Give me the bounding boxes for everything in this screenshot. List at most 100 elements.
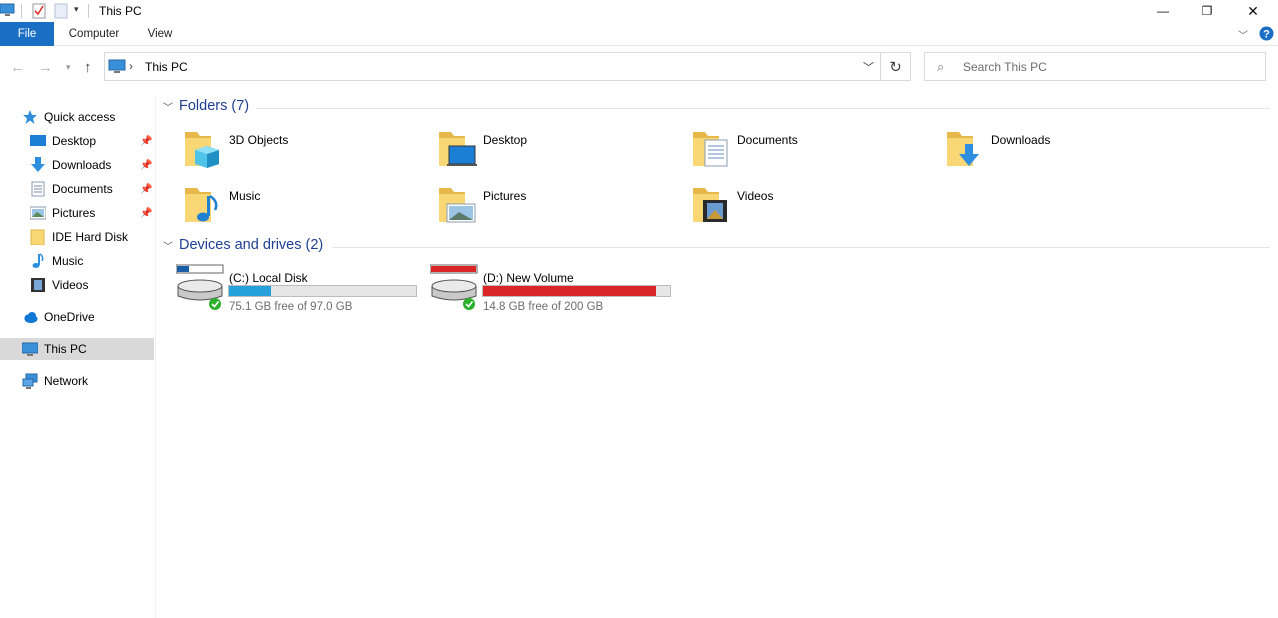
nav-label: Downloads bbox=[52, 158, 112, 172]
group-label: Devices and drives (2) bbox=[179, 237, 324, 253]
help-icon[interactable]: ? bbox=[1259, 26, 1274, 41]
pin-icon: 📌 bbox=[140, 208, 153, 219]
drive-usage-bar bbox=[482, 285, 671, 297]
music-icon bbox=[32, 253, 44, 268]
new-folder-icon[interactable] bbox=[54, 3, 68, 19]
pictures-icon bbox=[30, 206, 46, 220]
drive-free-space: 75.1 GB free of 97.0 GB bbox=[229, 301, 353, 313]
close-icon: ✕ bbox=[1247, 2, 1259, 19]
close-button[interactable]: ✕ bbox=[1230, 0, 1276, 22]
expand-ribbon-icon[interactable]: ﹀ bbox=[1238, 27, 1248, 42]
refresh-button[interactable]: ↻ bbox=[881, 52, 911, 81]
search-input[interactable] bbox=[963, 58, 1253, 76]
folder-music[interactable]: Music bbox=[183, 184, 433, 238]
music-folder-icon bbox=[185, 188, 218, 222]
folder-name: Downloads bbox=[991, 133, 1051, 147]
videos-folder-icon bbox=[693, 188, 727, 222]
pin-icon: 📌 bbox=[140, 136, 153, 147]
this-pc-icon bbox=[0, 3, 15, 16]
group-label: Folders (7) bbox=[179, 98, 250, 114]
window-title: This PC bbox=[99, 4, 142, 18]
group-divider bbox=[256, 108, 1270, 109]
minimize-icon: — bbox=[1157, 4, 1169, 18]
network-icon bbox=[22, 373, 38, 389]
pictures-folder-icon bbox=[439, 188, 476, 223]
nav-item-downloads[interactable]: Downloads bbox=[30, 154, 150, 176]
group-divider bbox=[332, 247, 1270, 248]
restore-icon: ❐ bbox=[1201, 4, 1213, 18]
breadcrumb-separator[interactable]: › bbox=[129, 59, 133, 73]
folder-name: Pictures bbox=[483, 189, 527, 203]
drives-group-header[interactable]: ﹀ Devices and drives (2) bbox=[163, 237, 323, 253]
cloud-icon bbox=[24, 312, 38, 323]
folder-name: Documents bbox=[737, 133, 798, 147]
nav-label: Music bbox=[52, 254, 84, 268]
nav-label: Desktop bbox=[52, 134, 97, 148]
address-dropdown-icon[interactable]: ﹀ bbox=[863, 59, 874, 75]
drive-name: (D:) New Volume bbox=[483, 271, 574, 285]
minimize-button[interactable]: — bbox=[1140, 0, 1186, 22]
nav-network[interactable]: Network bbox=[22, 370, 152, 392]
back-button[interactable]: ← bbox=[10, 59, 25, 76]
videos-icon bbox=[31, 278, 45, 292]
nav-label: Network bbox=[44, 374, 89, 388]
forward-button[interactable]: → bbox=[38, 59, 53, 76]
drive-usage-fill bbox=[483, 286, 657, 296]
drive-d[interactable]: (D:) New Volume 14.8 GB free of 200 GB bbox=[430, 264, 680, 318]
documents-folder-icon bbox=[693, 132, 728, 167]
folder-name: 3D Objects bbox=[229, 133, 289, 147]
refresh-icon: ↻ bbox=[889, 58, 902, 76]
nav-item-pictures[interactable]: Pictures bbox=[30, 202, 150, 224]
nav-item-documents[interactable]: Documents bbox=[30, 178, 150, 200]
folder-name: Videos bbox=[737, 189, 774, 203]
pin-icon: 📌 bbox=[140, 184, 153, 195]
this-pc-icon bbox=[22, 342, 38, 356]
drive-usage-bar bbox=[228, 285, 417, 297]
folder-pictures[interactable]: Pictures bbox=[437, 184, 687, 238]
breadcrumb-this-pc[interactable]: This PC bbox=[145, 60, 188, 74]
tab-view[interactable]: View bbox=[136, 22, 184, 46]
tab-file[interactable]: File bbox=[0, 22, 54, 46]
nav-quick-access[interactable]: Quick access bbox=[22, 106, 152, 128]
search-box[interactable]: ⌕ bbox=[924, 52, 1266, 81]
nav-label: Pictures bbox=[52, 206, 96, 220]
this-pc-icon bbox=[108, 59, 126, 73]
folder-name: Music bbox=[229, 189, 261, 203]
drive-name: (C:) Local Disk bbox=[229, 271, 308, 285]
nav-label: This PC bbox=[44, 342, 87, 356]
folder-videos[interactable]: Videos bbox=[691, 184, 941, 238]
collapse-chevron-icon[interactable]: ﹀ bbox=[163, 238, 173, 253]
properties-icon[interactable] bbox=[31, 3, 47, 19]
nav-item-music[interactable]: Music bbox=[30, 250, 150, 272]
folders-group-header[interactable]: ﹀ Folders (7) bbox=[163, 98, 249, 114]
folder-documents[interactable]: Documents bbox=[691, 128, 941, 182]
nav-this-pc[interactable]: This PC bbox=[0, 338, 154, 360]
drive-usage-fill bbox=[229, 286, 272, 296]
folder-downloads[interactable]: Downloads bbox=[945, 128, 1195, 182]
folder-3d-objects[interactable]: 3D Objects bbox=[183, 128, 433, 182]
title-bar: ▾ This PC — ❐ ✕ bbox=[0, 0, 1278, 22]
star-icon bbox=[23, 110, 37, 124]
customize-quick-access-icon[interactable]: ▾ bbox=[74, 4, 79, 15]
3d-objects-icon bbox=[185, 132, 219, 168]
ribbon: File Computer View ﹀ ? bbox=[0, 22, 1278, 46]
maximize-button[interactable]: ❐ bbox=[1184, 0, 1230, 22]
nav-item-desktop[interactable]: Desktop bbox=[30, 130, 150, 152]
address-bar[interactable]: › This PC ﹀ bbox=[104, 52, 881, 81]
folder-desktop[interactable]: Desktop bbox=[437, 128, 687, 182]
folder-name: Desktop bbox=[483, 133, 528, 147]
nav-label: Videos bbox=[52, 278, 89, 292]
collapse-chevron-icon[interactable]: ﹀ bbox=[163, 99, 173, 114]
nav-item-videos[interactable]: Videos bbox=[30, 274, 150, 296]
tab-computer[interactable]: Computer bbox=[60, 22, 128, 46]
documents-icon bbox=[31, 181, 45, 197]
nav-item-ide-hard-disk[interactable]: IDE Hard Disk bbox=[30, 226, 150, 248]
pin-icon: 📌 bbox=[140, 160, 153, 171]
up-button[interactable]: ↑ bbox=[84, 59, 92, 76]
drive-free-space: 14.8 GB free of 200 GB bbox=[483, 301, 604, 313]
nav-label: Quick access bbox=[44, 110, 116, 124]
recent-locations-icon[interactable]: ▾ bbox=[66, 62, 71, 73]
drive-c[interactable]: (C:) Local Disk 75.1 GB free of 97.0 GB bbox=[176, 264, 426, 318]
nav-onedrive[interactable]: OneDrive bbox=[22, 306, 152, 328]
navigation-pane: Quick access Desktop 📌 Downloads 📌 Docum… bbox=[0, 96, 156, 618]
